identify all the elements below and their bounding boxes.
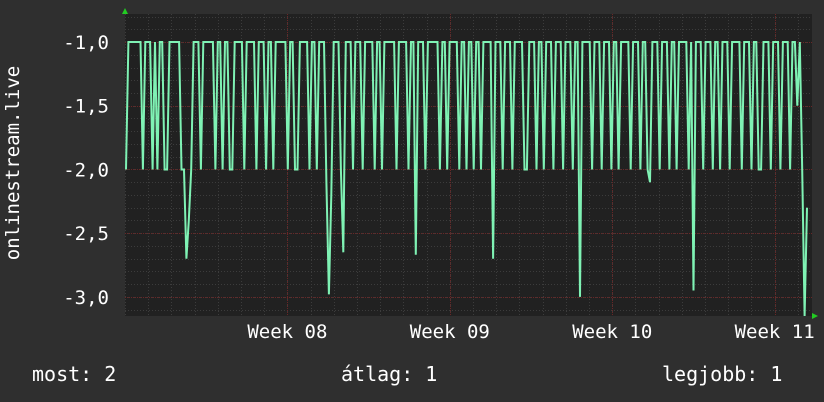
- y-tick-label: -1,5: [63, 96, 109, 118]
- x-tick-label: Week 11: [735, 321, 815, 343]
- y-tick-label: -3,0: [63, 287, 109, 309]
- legend-best: legjobb: 1: [662, 362, 783, 386]
- x-tick-label: Week 09: [410, 321, 490, 343]
- y-axis-arrow-icon: [122, 8, 128, 14]
- y-tick-label: -2,0: [63, 159, 109, 181]
- x-axis: Week 08 Week 09 Week 10 Week 11: [247, 321, 814, 343]
- legend-average: átlag: 1: [341, 362, 438, 386]
- y-tick-label: -1,0: [63, 32, 109, 54]
- x-tick-label: Week 08: [247, 321, 327, 343]
- y-tick-label: -2,5: [63, 223, 109, 245]
- y-axis-label: onlinestream.live: [2, 66, 24, 260]
- x-tick-label: Week 10: [572, 321, 652, 343]
- y-axis: -1,0 -1,5 -2,0 -2,5 -3,0: [63, 32, 109, 309]
- legend-current: most: 2: [32, 362, 117, 386]
- x-axis-arrow-icon: [812, 313, 818, 319]
- chart: -1,0-1,5-2,0-2,5-3,0 Week 08 Week 09 Week …: [2, 8, 818, 343]
